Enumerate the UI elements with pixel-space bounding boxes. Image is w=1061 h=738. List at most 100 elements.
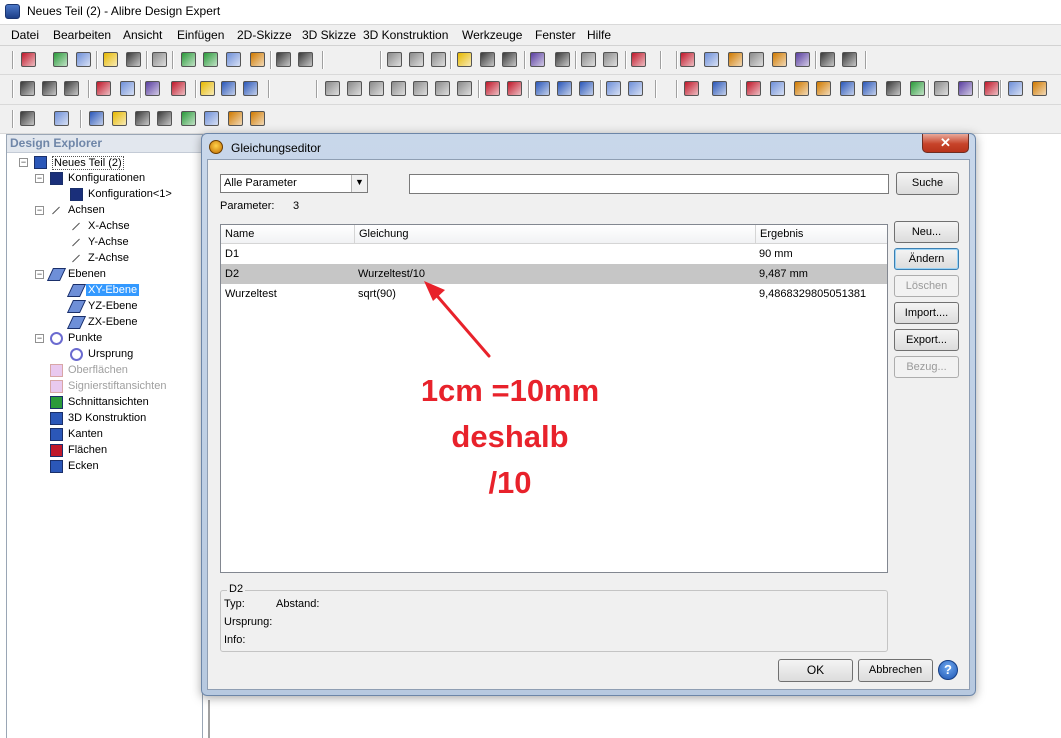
tree-collapse-toggle[interactable]: − <box>19 158 28 167</box>
toolbar-tool-icon[interactable] <box>631 52 646 67</box>
toolbar-tool-icon[interactable] <box>507 81 522 96</box>
toolbar-tool-icon[interactable] <box>298 52 313 67</box>
toolbar-tool-icon[interactable] <box>20 81 35 96</box>
table-row-d2[interactable]: D2 Wurzeltest/10 9,487 mm <box>221 264 887 284</box>
toolbar-tool-icon[interactable] <box>862 81 877 96</box>
toolbar-tool-icon[interactable] <box>628 81 643 96</box>
toolbar-tool-icon[interactable] <box>53 52 68 67</box>
toolbar-tool-icon[interactable] <box>457 52 472 67</box>
toolbar-tool-icon[interactable] <box>21 52 36 67</box>
toolbar-tool-icon[interactable] <box>120 81 135 96</box>
reference-button[interactable]: Bezug... <box>894 356 959 378</box>
toolbar-tool-icon[interactable] <box>749 52 764 67</box>
search-button[interactable]: Suche <box>896 172 959 195</box>
tree-item-label[interactable]: 3D Konstruktion <box>68 412 146 424</box>
toolbar-tool-icon[interactable] <box>103 52 118 67</box>
toolbar-tool-icon[interactable] <box>89 111 104 126</box>
tree-collapse-toggle[interactable]: − <box>35 270 44 279</box>
toolbar-tool-icon[interactable] <box>391 81 406 96</box>
column-header-equation[interactable]: Gleichung <box>355 225 756 244</box>
toolbar-tool-icon[interactable] <box>680 52 695 67</box>
toolbar-tool-icon[interactable] <box>480 52 495 67</box>
tree-collapse-toggle[interactable]: − <box>35 334 44 343</box>
import-button[interactable]: Import.... <box>894 302 959 324</box>
toolbar-tool-icon[interactable] <box>200 81 215 96</box>
menu-3d-skizze[interactable]: 3D Skizze <box>302 28 356 42</box>
toolbar-tool-icon[interactable] <box>152 52 167 67</box>
toolbar-tool-icon[interactable] <box>409 52 424 67</box>
toolbar-tool-icon[interactable] <box>816 81 831 96</box>
tree-collapse-toggle[interactable]: − <box>35 174 44 183</box>
toolbar-tool-icon[interactable] <box>984 81 999 96</box>
app-icon[interactable] <box>5 4 20 19</box>
column-header-name[interactable]: Name <box>221 225 355 244</box>
tree-item-label[interactable]: Ebenen <box>68 268 106 280</box>
parameter-filter-select[interactable]: Alle Parameter ▼ <box>220 174 368 193</box>
toolbar-tool-icon[interactable] <box>934 81 949 96</box>
toolbar-tool-icon[interactable] <box>145 81 160 96</box>
toolbar-tool-icon[interactable] <box>795 52 810 67</box>
tree-item-label[interactable]: YZ-Ebene <box>88 300 138 312</box>
toolbar-tool-icon[interactable] <box>886 81 901 96</box>
table-row-wurzeltest[interactable]: Wurzeltest sqrt(90) 9,4868329805051381 <box>221 284 887 304</box>
toolbar-tool-icon[interactable] <box>1032 81 1047 96</box>
menu-hilfe[interactable]: Hilfe <box>587 28 611 42</box>
column-header-result[interactable]: Ergebnis <box>756 225 887 244</box>
toolbar-tool-icon[interactable] <box>502 52 517 67</box>
toolbar-tool-icon[interactable] <box>135 111 150 126</box>
tree-item-label[interactable]: Flächen <box>68 444 107 456</box>
toolbar-tool-icon[interactable] <box>325 81 340 96</box>
toolbar-tool-icon[interactable] <box>581 52 596 67</box>
toolbar-tool-icon[interactable] <box>20 111 35 126</box>
toolbar-tool-icon[interactable] <box>203 52 218 67</box>
menu-ansicht[interactable]: Ansicht <box>123 28 162 42</box>
tree-item-label[interactable]: Signierstiftansichten <box>68 380 166 392</box>
export-button[interactable]: Export... <box>894 329 959 351</box>
toolbar-tool-icon[interactable] <box>250 111 265 126</box>
toolbar-tool-icon[interactable] <box>770 81 785 96</box>
toolbar-tool-icon[interactable] <box>684 81 699 96</box>
toolbar-tool-icon[interactable] <box>728 52 743 67</box>
toolbar-tool-icon[interactable] <box>171 81 186 96</box>
toolbar-tool-icon[interactable] <box>96 81 111 96</box>
toolbar-tool-icon[interactable] <box>226 52 241 67</box>
search-input[interactable] <box>409 174 889 194</box>
tree-collapse-toggle[interactable]: − <box>35 206 44 215</box>
cancel-button[interactable]: Abbrechen <box>858 659 933 682</box>
toolbar-tool-icon[interactable] <box>435 81 450 96</box>
toolbar-tool-icon[interactable] <box>603 52 618 67</box>
tree-item-label[interactable]: ZX-Ebene <box>88 316 138 328</box>
tree-item-label[interactable]: Kanten <box>68 428 103 440</box>
tree-item-label[interactable]: Y-Achse <box>88 236 129 248</box>
toolbar-tool-icon[interactable] <box>535 81 550 96</box>
toolbar-tool-icon[interactable] <box>485 81 500 96</box>
toolbar-tool-icon[interactable] <box>1008 81 1023 96</box>
tree-item-label[interactable]: Konfiguration<1> <box>88 188 172 200</box>
toolbar-tool-icon[interactable] <box>712 81 727 96</box>
change-button[interactable]: Ändern <box>894 248 959 270</box>
toolbar-tool-icon[interactable] <box>64 81 79 96</box>
menu-3d-konstruktion[interactable]: 3D Konstruktion <box>363 28 448 42</box>
toolbar-tool-icon[interactable] <box>772 52 787 67</box>
tree-item-label[interactable]: Ecken <box>68 460 99 472</box>
toolbar-tool-icon[interactable] <box>958 81 973 96</box>
toolbar-tool-icon[interactable] <box>112 111 127 126</box>
toolbar-tool-icon[interactable] <box>704 52 719 67</box>
menu-werkzeuge[interactable]: Werkzeuge <box>462 28 522 42</box>
toolbar-tool-icon[interactable] <box>76 52 91 67</box>
dialog-close-button[interactable]: ✕ <box>922 134 969 153</box>
toolbar-tool-icon[interactable] <box>347 81 362 96</box>
tree-item-label[interactable]: Z-Achse <box>88 252 129 264</box>
toolbar-tool-icon[interactable] <box>42 81 57 96</box>
toolbar-tool-icon[interactable] <box>387 52 402 67</box>
toolbar-tool-icon[interactable] <box>579 81 594 96</box>
tree-item-label[interactable]: Schnittansichten <box>68 396 149 408</box>
toolbar-tool-icon[interactable] <box>126 52 141 67</box>
toolbar-tool-icon[interactable] <box>840 81 855 96</box>
ok-button[interactable]: OK <box>778 659 853 682</box>
menu-einfuegen[interactable]: Einfügen <box>177 28 224 42</box>
menu-datei[interactable]: Datei <box>11 28 39 42</box>
tree-item-label[interactable]: Neues Teil (2) <box>52 156 124 170</box>
toolbar-tool-icon[interactable] <box>369 81 384 96</box>
menu-2d-skizze[interactable]: 2D-Skizze <box>237 28 292 42</box>
